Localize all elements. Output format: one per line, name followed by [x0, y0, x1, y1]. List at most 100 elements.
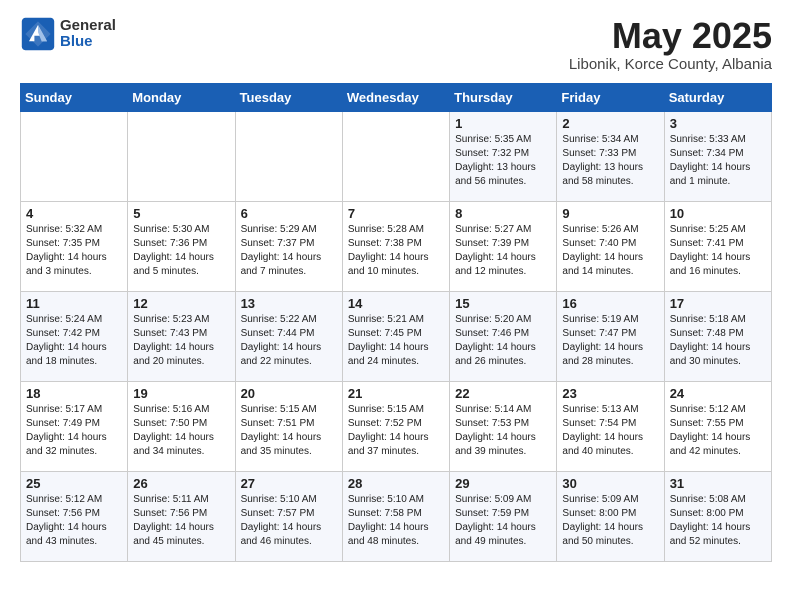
weekday-header-monday: Monday	[128, 83, 235, 111]
day-info: Sunrise: 5:25 AMSunset: 7:41 PMDaylight:…	[670, 223, 766, 279]
day-info: Sunrise: 5:14 AMSunset: 7:53 PMDaylight:…	[455, 403, 551, 459]
day-info: Sunrise: 5:18 AMSunset: 7:48 PMDaylight:…	[670, 313, 766, 369]
day-cell: 23 Sunrise: 5:13 AMSunset: 7:54 PMDayligh…	[557, 381, 664, 471]
day-number: 9	[562, 206, 658, 221]
day-info: Sunrise: 5:19 AMSunset: 7:47 PMDaylight:…	[562, 313, 658, 369]
logo-icon	[20, 16, 56, 52]
day-number: 23	[562, 386, 658, 401]
weekday-header-tuesday: Tuesday	[235, 83, 342, 111]
day-number: 26	[133, 476, 229, 491]
day-cell: 2 Sunrise: 5:34 AMSunset: 7:33 PMDaylight…	[557, 111, 664, 201]
week-row-4: 18Sunrise: 5:17 AMSunset: 7:49 PMDayligh…	[21, 381, 772, 471]
day-cell	[21, 111, 128, 201]
day-cell: 18Sunrise: 5:17 AMSunset: 7:49 PMDayligh…	[21, 381, 128, 471]
week-row-1: 1 Sunrise: 5:35 AMSunset: 7:32 PMDaylight…	[21, 111, 772, 201]
day-number: 21	[348, 386, 444, 401]
day-cell: 22Sunrise: 5:14 AMSunset: 7:53 PMDayligh…	[450, 381, 557, 471]
month-title: May 2025	[569, 16, 772, 56]
day-cell: 28Sunrise: 5:10 AMSunset: 7:58 PMDayligh…	[342, 471, 449, 561]
day-number: 12	[133, 296, 229, 311]
day-cell: 6Sunrise: 5:29 AMSunset: 7:37 PMDaylight…	[235, 201, 342, 291]
day-number: 11	[26, 296, 122, 311]
day-number: 24	[670, 386, 766, 401]
day-info: Sunrise: 5:22 AMSunset: 7:44 PMDaylight:…	[241, 313, 337, 369]
day-cell: 9 Sunrise: 5:26 AMSunset: 7:40 PMDaylight…	[557, 201, 664, 291]
day-info: Sunrise: 5:15 AMSunset: 7:52 PMDaylight:…	[348, 403, 444, 459]
day-number: 7	[348, 206, 444, 221]
day-cell: 13 Sunrise: 5:22 AMSunset: 7:44 PMDayligh…	[235, 291, 342, 381]
day-number: 5	[133, 206, 229, 221]
day-info: Sunrise: 5:09 AMSunset: 8:00 PMDaylight:…	[562, 493, 658, 549]
day-info: Sunrise: 5:12 AMSunset: 7:56 PMDaylight:…	[26, 493, 122, 549]
day-info: Sunrise: 5:21 AMSunset: 7:45 PMDaylight:…	[348, 313, 444, 369]
day-info: Sunrise: 5:27 AMSunset: 7:39 PMDaylight:…	[455, 223, 551, 279]
day-cell: 16 Sunrise: 5:19 AMSunset: 7:47 PMDayligh…	[557, 291, 664, 381]
day-cell: 29 Sunrise: 5:09 AMSunset: 7:59 PMDayligh…	[450, 471, 557, 561]
day-cell: 11 Sunrise: 5:24 AMSunset: 7:42 PMDayligh…	[21, 291, 128, 381]
day-cell: 14 Sunrise: 5:21 AMSunset: 7:45 PMDayligh…	[342, 291, 449, 381]
day-info: Sunrise: 5:26 AMSunset: 7:40 PMDaylight:…	[562, 223, 658, 279]
day-number: 25	[26, 476, 122, 491]
day-cell: 8 Sunrise: 5:27 AMSunset: 7:39 PMDaylight…	[450, 201, 557, 291]
day-cell: 19Sunrise: 5:16 AMSunset: 7:50 PMDayligh…	[128, 381, 235, 471]
day-cell: 10 Sunrise: 5:25 AMSunset: 7:41 PMDayligh…	[664, 201, 771, 291]
day-info: Sunrise: 5:35 AMSunset: 7:32 PMDaylight:…	[455, 133, 551, 189]
day-number: 16	[562, 296, 658, 311]
day-cell	[342, 111, 449, 201]
weekday-header-wednesday: Wednesday	[342, 83, 449, 111]
day-cell: 3 Sunrise: 5:33 AMSunset: 7:34 PMDaylight…	[664, 111, 771, 201]
day-info: Sunrise: 5:11 AMSunset: 7:56 PMDaylight:…	[133, 493, 229, 549]
day-info: Sunrise: 5:10 AMSunset: 7:57 PMDaylight:…	[241, 493, 337, 549]
day-cell	[235, 111, 342, 201]
day-number: 8	[455, 206, 551, 221]
logo-general: General	[60, 17, 116, 34]
header: General Blue May 2025 Libonik, Korce Cou…	[20, 16, 772, 73]
day-number: 6	[241, 206, 337, 221]
day-info: Sunrise: 5:34 AMSunset: 7:33 PMDaylight:…	[562, 133, 658, 189]
day-number: 15	[455, 296, 551, 311]
day-cell: 26 Sunrise: 5:11 AMSunset: 7:56 PMDayligh…	[128, 471, 235, 561]
day-number: 1	[455, 116, 551, 131]
day-info: Sunrise: 5:28 AMSunset: 7:38 PMDaylight:…	[348, 223, 444, 279]
week-row-5: 25 Sunrise: 5:12 AMSunset: 7:56 PMDayligh…	[21, 471, 772, 561]
day-number: 2	[562, 116, 658, 131]
day-cell: 24Sunrise: 5:12 AMSunset: 7:55 PMDayligh…	[664, 381, 771, 471]
day-cell: 25 Sunrise: 5:12 AMSunset: 7:56 PMDayligh…	[21, 471, 128, 561]
day-number: 19	[133, 386, 229, 401]
day-number: 13	[241, 296, 337, 311]
day-cell: 30 Sunrise: 5:09 AMSunset: 8:00 PMDayligh…	[557, 471, 664, 561]
day-cell: 21 Sunrise: 5:15 AMSunset: 7:52 PMDayligh…	[342, 381, 449, 471]
day-cell: 5 Sunrise: 5:30 AMSunset: 7:36 PMDaylight…	[128, 201, 235, 291]
day-info: Sunrise: 5:09 AMSunset: 7:59 PMDaylight:…	[455, 493, 551, 549]
day-cell: 15 Sunrise: 5:20 AMSunset: 7:46 PMDayligh…	[450, 291, 557, 381]
logo: General Blue	[20, 16, 116, 52]
day-info: Sunrise: 5:33 AMSunset: 7:34 PMDaylight:…	[670, 133, 766, 189]
page: General Blue May 2025 Libonik, Korce Cou…	[0, 0, 792, 578]
day-info: Sunrise: 5:20 AMSunset: 7:46 PMDaylight:…	[455, 313, 551, 369]
day-info: Sunrise: 5:32 AMSunset: 7:35 PMDaylight:…	[26, 223, 122, 279]
day-cell: 12 Sunrise: 5:23 AMSunset: 7:43 PMDayligh…	[128, 291, 235, 381]
weekday-header-friday: Friday	[557, 83, 664, 111]
day-cell: 17Sunrise: 5:18 AMSunset: 7:48 PMDayligh…	[664, 291, 771, 381]
logo-blue: Blue	[60, 33, 93, 50]
day-info: Sunrise: 5:30 AMSunset: 7:36 PMDaylight:…	[133, 223, 229, 279]
day-number: 28	[348, 476, 444, 491]
weekday-header-saturday: Saturday	[664, 83, 771, 111]
day-info: Sunrise: 5:13 AMSunset: 7:54 PMDaylight:…	[562, 403, 658, 459]
weekday-header-thursday: Thursday	[450, 83, 557, 111]
day-number: 3	[670, 116, 766, 131]
day-cell: 20Sunrise: 5:15 AMSunset: 7:51 PMDayligh…	[235, 381, 342, 471]
day-number: 29	[455, 476, 551, 491]
day-number: 10	[670, 206, 766, 221]
week-row-2: 4 Sunrise: 5:32 AMSunset: 7:35 PMDaylight…	[21, 201, 772, 291]
day-info: Sunrise: 5:15 AMSunset: 7:51 PMDaylight:…	[241, 403, 337, 459]
day-info: Sunrise: 5:24 AMSunset: 7:42 PMDaylight:…	[26, 313, 122, 369]
title-block: May 2025 Libonik, Korce County, Albania	[569, 16, 772, 73]
day-info: Sunrise: 5:23 AMSunset: 7:43 PMDaylight:…	[133, 313, 229, 369]
day-number: 14	[348, 296, 444, 311]
day-number: 4	[26, 206, 122, 221]
day-number: 27	[241, 476, 337, 491]
logo-text: General Blue	[60, 18, 116, 51]
day-number: 30	[562, 476, 658, 491]
day-cell: 1 Sunrise: 5:35 AMSunset: 7:32 PMDaylight…	[450, 111, 557, 201]
